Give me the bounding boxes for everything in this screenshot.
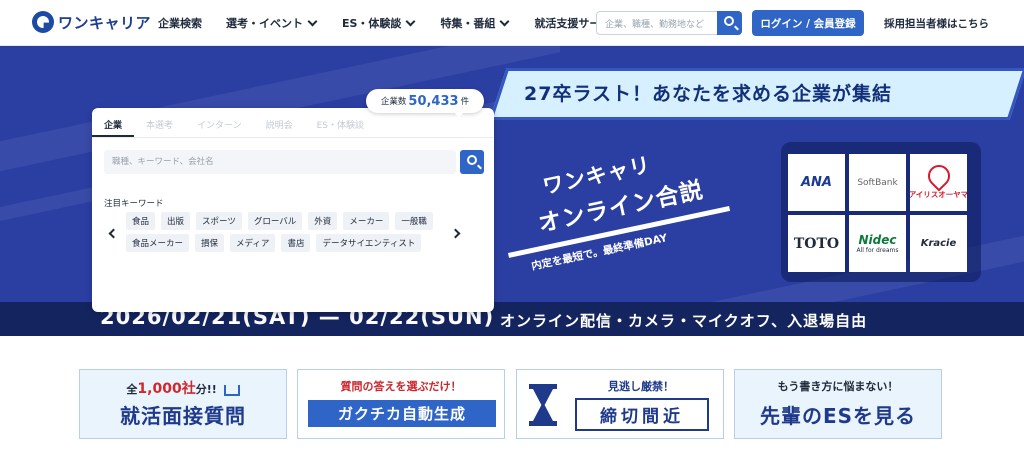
keyword-chip[interactable]: 外資	[308, 212, 338, 230]
header-search-button[interactable]	[717, 11, 742, 35]
keyword-row-2: 食品メーカー 損保 メディア 書店 データサイエンティスト	[126, 234, 422, 252]
company-logo-iris-ohyama: アイリスオーヤマ	[910, 154, 967, 211]
search-icon	[467, 155, 477, 165]
nav-label: 特集・番組	[440, 17, 496, 30]
keyword-label: 注目キーワード	[104, 199, 164, 209]
search-icon	[724, 16, 734, 26]
company-logo-grid: ANA SoftBank アイリスオーヤマ TOTO Nidec All for…	[788, 154, 967, 272]
hourglass-icon-part	[529, 421, 557, 426]
promo-interview-questions[interactable]: 全1,000社分!! 就活面接質問	[79, 369, 287, 439]
chevron-down-icon	[405, 16, 416, 26]
keyword-chip[interactable]: データサイエンティスト	[316, 234, 422, 252]
keyword-chip[interactable]: 一般職	[395, 212, 433, 230]
nav-label: 企業検索	[158, 17, 202, 30]
promo-senior-es[interactable]: もう書き方に悩まない！ 先輩のESを見る	[734, 369, 942, 439]
company-logo-softbank: SoftBank	[849, 154, 906, 211]
nav-company-search[interactable]: 企業検索	[158, 15, 202, 31]
logo-text: ワンキャリア	[58, 13, 152, 32]
heart-icon	[922, 160, 955, 192]
chevron-left-icon[interactable]	[108, 228, 119, 239]
company-logo-nidec: Nidec All for dreams	[849, 215, 906, 272]
promo-main-text: 就活面接質問	[120, 404, 246, 428]
tab-companies[interactable]: 企業	[92, 108, 135, 137]
tab-internship[interactable]: インターン	[185, 108, 254, 137]
main-nav: 企業検索 選考・イベント ES・体験談 特集・番組 就活支援サービス	[158, 15, 622, 31]
onecareer-logo-icon	[32, 11, 54, 33]
keyword-chip[interactable]: 書店	[281, 234, 311, 252]
company-count-badge: 企業数 50,433 件	[366, 89, 484, 118]
promo-main-text: 先輩のESを見る	[759, 404, 917, 428]
promo-top-text: 見逃し厳禁！	[608, 380, 674, 393]
chevron-right-icon[interactable]	[450, 228, 461, 239]
tab-main-selection[interactable]: 本選考	[134, 108, 185, 137]
promo-top-text: 全1,000社分!!	[80, 378, 286, 398]
login-register-button[interactable]: ログイン / 会員登録	[752, 10, 864, 36]
keyword-chip[interactable]: 損保	[195, 234, 225, 252]
company-search-input[interactable]	[104, 150, 456, 174]
hourglass-icon	[529, 384, 557, 426]
book-pencil-icon	[223, 384, 240, 396]
nidec-name: Nidec	[858, 233, 897, 247]
promo-gakuchika-generator[interactable]: 質問の答えを選ぶだけ！ ガクチカ自動生成	[297, 369, 505, 439]
company-count-unit: 件	[460, 97, 470, 107]
company-count-label: 企業数	[380, 97, 407, 107]
hourglass-icon-part	[529, 384, 557, 389]
hero-top-banner-text: 27卒ラスト！あなたを求める企業が集結	[524, 83, 893, 105]
nav-label: ES・体験談	[342, 17, 402, 30]
nav-es-reports[interactable]: ES・体験談	[342, 15, 416, 31]
company-logo-kracie: Kracie	[910, 215, 967, 272]
header-search-input[interactable]	[597, 14, 715, 36]
promo-main-text: ガクチカ自動生成	[308, 400, 496, 427]
tab-briefing[interactable]: 説明会	[254, 108, 305, 137]
company-search-button[interactable]	[460, 150, 484, 174]
nav-selection-events[interactable]: 選考・イベント	[226, 15, 318, 31]
company-logo-ana: ANA	[788, 154, 845, 211]
site-logo[interactable]: ワンキャリア	[32, 11, 151, 33]
promo-top-text: 質問の答えを選ぶだけ！	[340, 380, 462, 393]
company-count-value: 50,433	[408, 93, 459, 109]
nav-label: 選考・イベント	[226, 17, 303, 30]
keyword-chip[interactable]: グローバル	[247, 212, 303, 230]
promo-top-highlight: 1,000社	[137, 381, 196, 397]
company-search-card: 企業 本選考 インターン 説明会 ES・体験談 注目キーワード 食品 出版 スポ…	[92, 108, 494, 312]
promo-top-prefix: 全	[126, 383, 138, 396]
hourglass-icon-part	[533, 389, 553, 421]
event-title: ワンキャリ オンライン合説	[528, 139, 706, 238]
keyword-chip[interactable]: メーカー	[343, 212, 390, 230]
nidec-tagline: All for dreams	[856, 247, 899, 254]
company-logo-toto: TOTO	[788, 215, 845, 272]
site-header: ワンキャリア 企業検索 選考・イベント ES・体験談 特集・番組 就活支援サービ…	[0, 0, 1024, 46]
event-info: オンライン配信・カメラ・マイクオフ、入退場自由	[500, 312, 868, 330]
keyword-chip[interactable]: 食品	[126, 212, 156, 230]
header-search	[596, 11, 742, 36]
promo-top-text: もう書き方に悩まない！	[777, 380, 899, 393]
chevron-down-icon	[499, 16, 510, 26]
promo-deadline-soon[interactable]: 見逃し厳禁！ 締切間近	[516, 369, 724, 439]
keyword-chip[interactable]: メディア	[230, 234, 276, 252]
promo-main-text: 締切間近	[575, 398, 709, 431]
nav-features-programs[interactable]: 特集・番組	[440, 15, 510, 31]
promo-top-suffix: 分!!	[195, 383, 217, 396]
keyword-chip[interactable]: 食品メーカー	[126, 234, 190, 252]
recruiter-link[interactable]: 採用担当者様はこちら	[884, 16, 989, 31]
keyword-chip[interactable]: スポーツ	[196, 212, 242, 230]
chevron-down-icon	[307, 16, 318, 26]
keyword-row-1: 食品 出版 スポーツ グローバル 外資 メーカー 一般職	[126, 212, 433, 230]
keyword-chip[interactable]: 出版	[161, 212, 191, 230]
tab-es-reports[interactable]: ES・体験談	[305, 108, 376, 137]
